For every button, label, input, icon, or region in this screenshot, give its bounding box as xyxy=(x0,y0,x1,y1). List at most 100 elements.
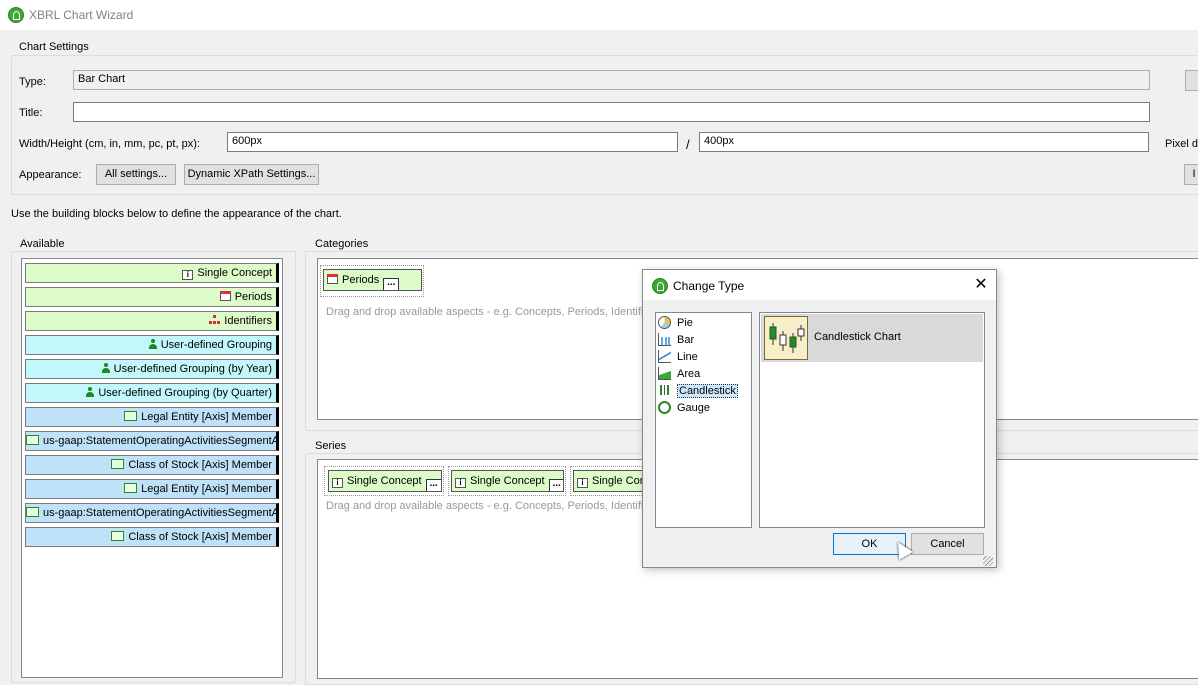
size-label: Width/Height (cm, in, mm, pc, pt, px): xyxy=(19,138,200,150)
available-item-label: Identifiers xyxy=(224,315,272,327)
close-icon[interactable]: ✕ xyxy=(971,275,991,295)
type-item-candlestick[interactable]: Candlestick xyxy=(658,383,738,399)
available-item-label: us-gaap:StatementOperatingActivitiesSegm… xyxy=(43,435,279,447)
available-item[interactable]: us-gaap:StatementOperatingActivitiesSegm… xyxy=(25,503,279,523)
available-item[interactable]: Class of Stock [Axis] Member xyxy=(25,527,279,547)
axis-icon xyxy=(26,435,39,445)
available-list: i Single Concept Periods Identifiers User-de… xyxy=(21,258,283,678)
gauge-icon xyxy=(658,401,671,414)
window-title: XBRL Chart Wizard xyxy=(29,8,134,22)
type-item-line-label: Line xyxy=(677,351,698,363)
available-label: Available xyxy=(17,238,68,250)
axis-icon xyxy=(111,531,125,541)
available-item[interactable]: us-gaap:StatementOperatingActivitiesSegm… xyxy=(25,431,279,451)
all-settings-button[interactable]: All settings... xyxy=(96,164,176,185)
person-icon xyxy=(86,387,95,397)
available-item[interactable]: User-defined Grouping xyxy=(25,335,279,355)
available-item[interactable]: User-defined Grouping (by Quarter) xyxy=(25,383,279,403)
periods-chip[interactable]: Periods... xyxy=(323,269,422,291)
concept-icon: i xyxy=(332,478,343,488)
axis-icon xyxy=(124,483,138,493)
type-field: Bar Chart xyxy=(73,70,1150,90)
area-icon xyxy=(658,367,671,380)
available-item[interactable]: i Single Concept xyxy=(25,263,279,283)
available-item[interactable]: Legal Entity [Axis] Member xyxy=(25,407,279,427)
available-item[interactable]: Class of Stock [Axis] Member xyxy=(25,455,279,475)
concept-icon: i xyxy=(577,478,588,488)
type-item-pie[interactable]: Pie xyxy=(658,315,693,331)
candlestick-chart-label: Candlestick Chart xyxy=(814,331,901,343)
axis-icon xyxy=(124,411,138,421)
line-icon xyxy=(658,350,671,363)
bar-icon xyxy=(658,333,671,346)
available-item-label: Single Concept xyxy=(197,267,272,279)
periods-chip-label: Periods xyxy=(342,274,380,286)
available-item-label: User-defined Grouping (by Quarter) xyxy=(98,387,272,399)
series-label: Series xyxy=(312,440,350,452)
settings-side-button[interactable]: I xyxy=(1184,164,1198,185)
title-label: Title: xyxy=(19,107,43,119)
available-item-label: User-defined Grouping (by Year) xyxy=(113,363,272,375)
type-item-candlestick-label: Candlestick xyxy=(677,384,738,398)
chip-options-button[interactable]: ... xyxy=(383,278,400,290)
type-item-gauge-label: Gauge xyxy=(677,402,711,414)
available-item-label: Class of Stock [Axis] Member xyxy=(128,531,272,543)
dialog-title: Change Type xyxy=(673,279,745,293)
pixel-density-label: Pixel de xyxy=(1165,138,1198,150)
available-item[interactable]: User-defined Grouping (by Year) xyxy=(25,359,279,379)
available-item-label: Legal Entity [Axis] Member xyxy=(141,411,272,423)
available-item[interactable]: Identifiers xyxy=(25,311,279,331)
candlestick-icon xyxy=(658,384,671,397)
available-item-label: Periods xyxy=(234,291,272,303)
calendar-icon xyxy=(219,291,231,301)
chip-options-button[interactable]: ... xyxy=(548,479,563,491)
type-item-bar-label: Bar xyxy=(677,334,695,346)
cancel-button[interactable]: Cancel xyxy=(911,533,984,555)
hierarchy-icon xyxy=(209,315,221,325)
series-hint: Drag and drop available aspects - e.g. C… xyxy=(326,500,650,512)
change-type-button[interactable] xyxy=(1185,70,1198,91)
chart-settings-label: Chart Settings xyxy=(16,41,92,53)
type-item-area[interactable]: Area xyxy=(658,366,700,382)
width-input[interactable]: 600px xyxy=(227,132,678,152)
available-item-label: us-gaap:StatementOperatingActivitiesSegm… xyxy=(43,507,279,519)
dialog-titlebar: Change Type ✕ xyxy=(643,270,996,300)
series-chip-2-label: Single Concept xyxy=(470,475,545,487)
candlestick-chart-graphic xyxy=(769,323,805,353)
available-item-label: Legal Entity [Axis] Member xyxy=(141,483,272,495)
dynamic-xpath-settings-button[interactable]: Dynamic XPath Settings... xyxy=(184,164,319,185)
resize-grip-icon[interactable] xyxy=(983,556,993,566)
chart-subtype-list: Candlestick Chart xyxy=(759,312,985,528)
size-separator: / xyxy=(686,137,690,152)
pie-icon xyxy=(658,316,671,329)
chart-type-list: Pie Bar Line Area Candlestick Gauge xyxy=(655,312,752,528)
type-item-bar[interactable]: Bar xyxy=(658,332,694,348)
change-type-dialog: Change Type ✕ Pie Bar Line Area Candlest… xyxy=(642,269,997,568)
series-chip-2[interactable]: i Single Concept... xyxy=(451,470,564,492)
concept-icon: i xyxy=(182,270,194,280)
categories-label: Categories xyxy=(312,238,372,250)
type-label: Type: xyxy=(19,76,46,88)
type-item-pie-label: Pie xyxy=(677,317,693,329)
title-input[interactable] xyxy=(73,102,1150,122)
appearance-label: Appearance: xyxy=(19,169,82,181)
candlestick-chart-item[interactable]: Candlestick Chart xyxy=(761,314,983,362)
chip-options-button[interactable]: ... xyxy=(425,479,441,491)
available-item-label: Class of Stock [Axis] Member xyxy=(128,459,272,471)
type-item-gauge[interactable]: Gauge xyxy=(658,400,710,416)
available-item[interactable]: Legal Entity [Axis] Member xyxy=(25,479,279,499)
axis-icon xyxy=(26,507,39,517)
available-item-label: User-defined Grouping xyxy=(160,339,272,351)
height-input[interactable]: 400px xyxy=(699,132,1149,152)
series-chip-1[interactable]: i Single Concept... xyxy=(328,470,442,492)
series-chip-3[interactable]: i Single Cor xyxy=(573,470,650,492)
type-item-line[interactable]: Line xyxy=(658,349,698,365)
series-chip-3-label: Single Cor xyxy=(592,475,644,487)
series-chip-1-label: Single Concept xyxy=(347,475,422,487)
dialog-logo-icon xyxy=(652,278,668,294)
available-item[interactable]: Periods xyxy=(25,287,279,307)
window-titlebar: XBRL Chart Wizard xyxy=(0,0,1198,30)
categories-hint: Drag and drop available aspects - e.g. C… xyxy=(326,306,650,318)
axis-icon xyxy=(111,459,125,469)
app-logo-icon xyxy=(8,7,24,23)
